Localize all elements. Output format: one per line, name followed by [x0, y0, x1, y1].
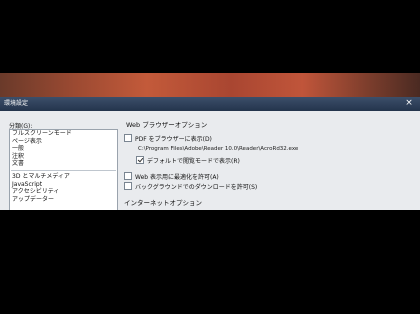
reading-mode-option[interactable]: デフォルトで閲覧モードで表示(R)	[136, 155, 414, 165]
category-list[interactable]: フルスクリーンモード ページ表示 一般 注釈 文書 3D とマルチメディア Ja…	[9, 129, 118, 210]
category-item-documents[interactable]: 文書	[10, 160, 117, 168]
pdf-in-browser-option[interactable]: PDF をブラウザーに表示(D)	[124, 133, 414, 143]
category-item-comments[interactable]: 注釈	[10, 153, 117, 161]
fast-web-view-label: Web 表示用に最適化を許可(A)	[135, 173, 219, 181]
title-bar: 環境設定 ×	[0, 97, 420, 111]
category-item-accessibility[interactable]: アクセシビリティ	[10, 188, 117, 196]
web-options-section-title: Web ブラウザーオプション	[126, 121, 208, 129]
web-options-panel: Web ブラウザーオプション PDF をブラウザーに表示(D) C:\Progr…	[124, 119, 414, 207]
fast-web-view-option[interactable]: Web 表示用に最適化を許可(A)	[124, 171, 414, 181]
preferences-dialog: 環境設定 × 分類(G): フルスクリーンモード ページ表示 一般 注釈 文書 …	[0, 97, 420, 210]
category-divider	[11, 169, 116, 171]
dialog-title: 環境設定	[4, 100, 29, 107]
category-item-fullscreen[interactable]: フルスクリーンモード	[10, 130, 117, 138]
category-item-updater[interactable]: アップデーター	[10, 196, 117, 204]
pdf-in-browser-label: PDF をブラウザーに表示(D)	[135, 135, 212, 143]
category-item-page-display[interactable]: ページ表示	[10, 138, 117, 146]
background-download-option[interactable]: バックグラウンドでのダウンロードを許可(S)	[124, 181, 414, 191]
pdf-in-browser-checkbox[interactable]	[124, 134, 132, 142]
background-download-label: バックグラウンドでのダウンロードを許可(S)	[135, 183, 258, 191]
background-download-checkbox[interactable]	[124, 182, 132, 190]
category-item-3d-multimedia[interactable]: 3D とマルチメディア	[10, 173, 117, 181]
close-icon[interactable]: ×	[404, 97, 414, 111]
reading-mode-label: デフォルトで閲覧モードで表示(R)	[147, 157, 240, 165]
fast-web-view-checkbox[interactable]	[124, 172, 132, 180]
category-item-general[interactable]: 一般	[10, 145, 117, 153]
reading-mode-checkbox[interactable]	[136, 156, 144, 164]
internet-options-section-title: インターネットオプション	[124, 199, 202, 207]
reader-path-text: C:\Program Files\Adobe\Reader 10.0\Reade…	[138, 146, 299, 152]
